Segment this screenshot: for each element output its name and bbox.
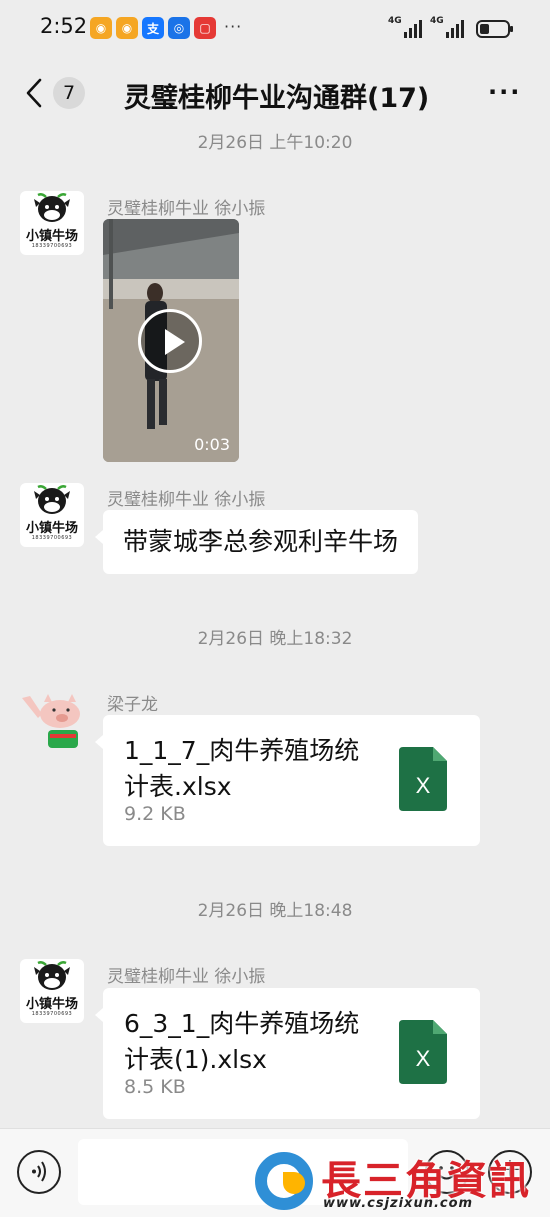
avatar[interactable] [20, 690, 84, 754]
browser-icon: ◎ [168, 17, 190, 39]
status-time: 2:52 [40, 14, 88, 38]
chat-title: 灵璧桂柳牛业沟通群(17) [124, 83, 430, 114]
back-button[interactable] [22, 76, 48, 110]
pig-avatar-icon [22, 694, 80, 748]
more-notifications-icon: ··· [224, 17, 243, 36]
cow-logo-icon [34, 961, 70, 990]
sender-name: 灵璧桂柳牛业 徐小振 [107, 490, 266, 510]
sender-name: 灵璧桂柳牛业 徐小振 [107, 967, 266, 987]
video-duration: 0:03 [194, 435, 230, 454]
sender-name: 灵璧桂柳牛业 徐小振 [107, 199, 266, 219]
avatar[interactable]: 小镇牛场 18339700693 [20, 191, 84, 255]
more-options-button[interactable]: ··· [488, 78, 521, 106]
app-icon: ▢ [194, 17, 216, 39]
svg-text:X: X [416, 1046, 431, 1071]
network-type-label: 4G [430, 16, 444, 26]
file-name: 6_3_1_肉牛养殖场统计表(1).xlsx [124, 1009, 360, 1074]
avatar-logo-phone: 18339700693 [31, 535, 73, 541]
excel-file-icon: X [399, 1020, 447, 1084]
weibo-icon: ◉ [90, 17, 112, 39]
file-message-bubble[interactable]: 1_1_7_肉牛养殖场统计表.xlsx 9.2 KB X [95, 715, 480, 846]
unread-count-badge[interactable]: 7 [53, 77, 85, 109]
notification-icons: ◉ ◉ 支 ◎ ▢ ··· [90, 17, 242, 39]
play-icon[interactable] [138, 309, 202, 373]
battery-icon [476, 20, 513, 38]
avatar-logo-text: 小镇牛场 [25, 521, 78, 536]
message-timestamp: 2月26日 上午10:20 [197, 133, 353, 153]
avatar[interactable]: 小镇牛场 18339700693 [20, 483, 84, 547]
voice-icon [32, 1161, 46, 1182]
alipay-icon: 支 [142, 17, 164, 39]
text-message-bubble[interactable]: 带蒙城李总参观利辛牛场 [94, 510, 419, 574]
chevron-left-icon [26, 78, 42, 108]
avatar-logo-text: 小镇牛场 [25, 229, 78, 244]
chat-header: 7 灵璧桂柳牛业沟通群(17) ··· [0, 62, 550, 124]
video-message[interactable]: 0:03 [103, 219, 239, 462]
avatar[interactable]: 小镇牛场 18339700693 [20, 959, 84, 1023]
file-message-bubble[interactable]: 6_3_1_肉牛养殖场统计表(1).xlsx 8.5 KB X [95, 988, 480, 1119]
watermark-url: www.csjzixun.com [323, 1196, 474, 1211]
message-timestamp: 2月26日 晚上18:48 [197, 901, 353, 921]
sender-name: 梁子龙 [107, 695, 158, 715]
battery-level [480, 24, 490, 34]
voice-input-button[interactable] [17, 1150, 61, 1194]
cow-logo-icon [34, 193, 70, 222]
avatar-logo-phone: 18339700693 [31, 1011, 73, 1017]
avatar-logo-phone: 18339700693 [31, 243, 73, 249]
file-size: 8.5 KB [124, 1076, 186, 1098]
file-size: 9.2 KB [124, 803, 186, 825]
svg-text:X: X [416, 773, 431, 798]
weibo-icon: ◉ [116, 17, 138, 39]
signal-icon: 4G [388, 16, 422, 38]
avatar-logo-text: 小镇牛场 [25, 997, 78, 1012]
system-indicators: 4G 4G [388, 16, 513, 38]
cow-logo-icon [34, 485, 70, 514]
watermark: 長三角資訊 www.csjzixun.com [255, 1148, 545, 1214]
status-bar: 2:52 ◉ ◉ 支 ◎ ▢ ··· 4G 4G [0, 0, 550, 56]
signal-icon: 4G [430, 16, 464, 38]
excel-file-icon: X [399, 747, 447, 811]
watermark-logo-icon [255, 1152, 313, 1210]
network-type-label: 4G [388, 16, 402, 26]
file-name: 1_1_7_肉牛养殖场统计表.xlsx [124, 736, 360, 801]
message-timestamp: 2月26日 晚上18:32 [197, 629, 353, 649]
